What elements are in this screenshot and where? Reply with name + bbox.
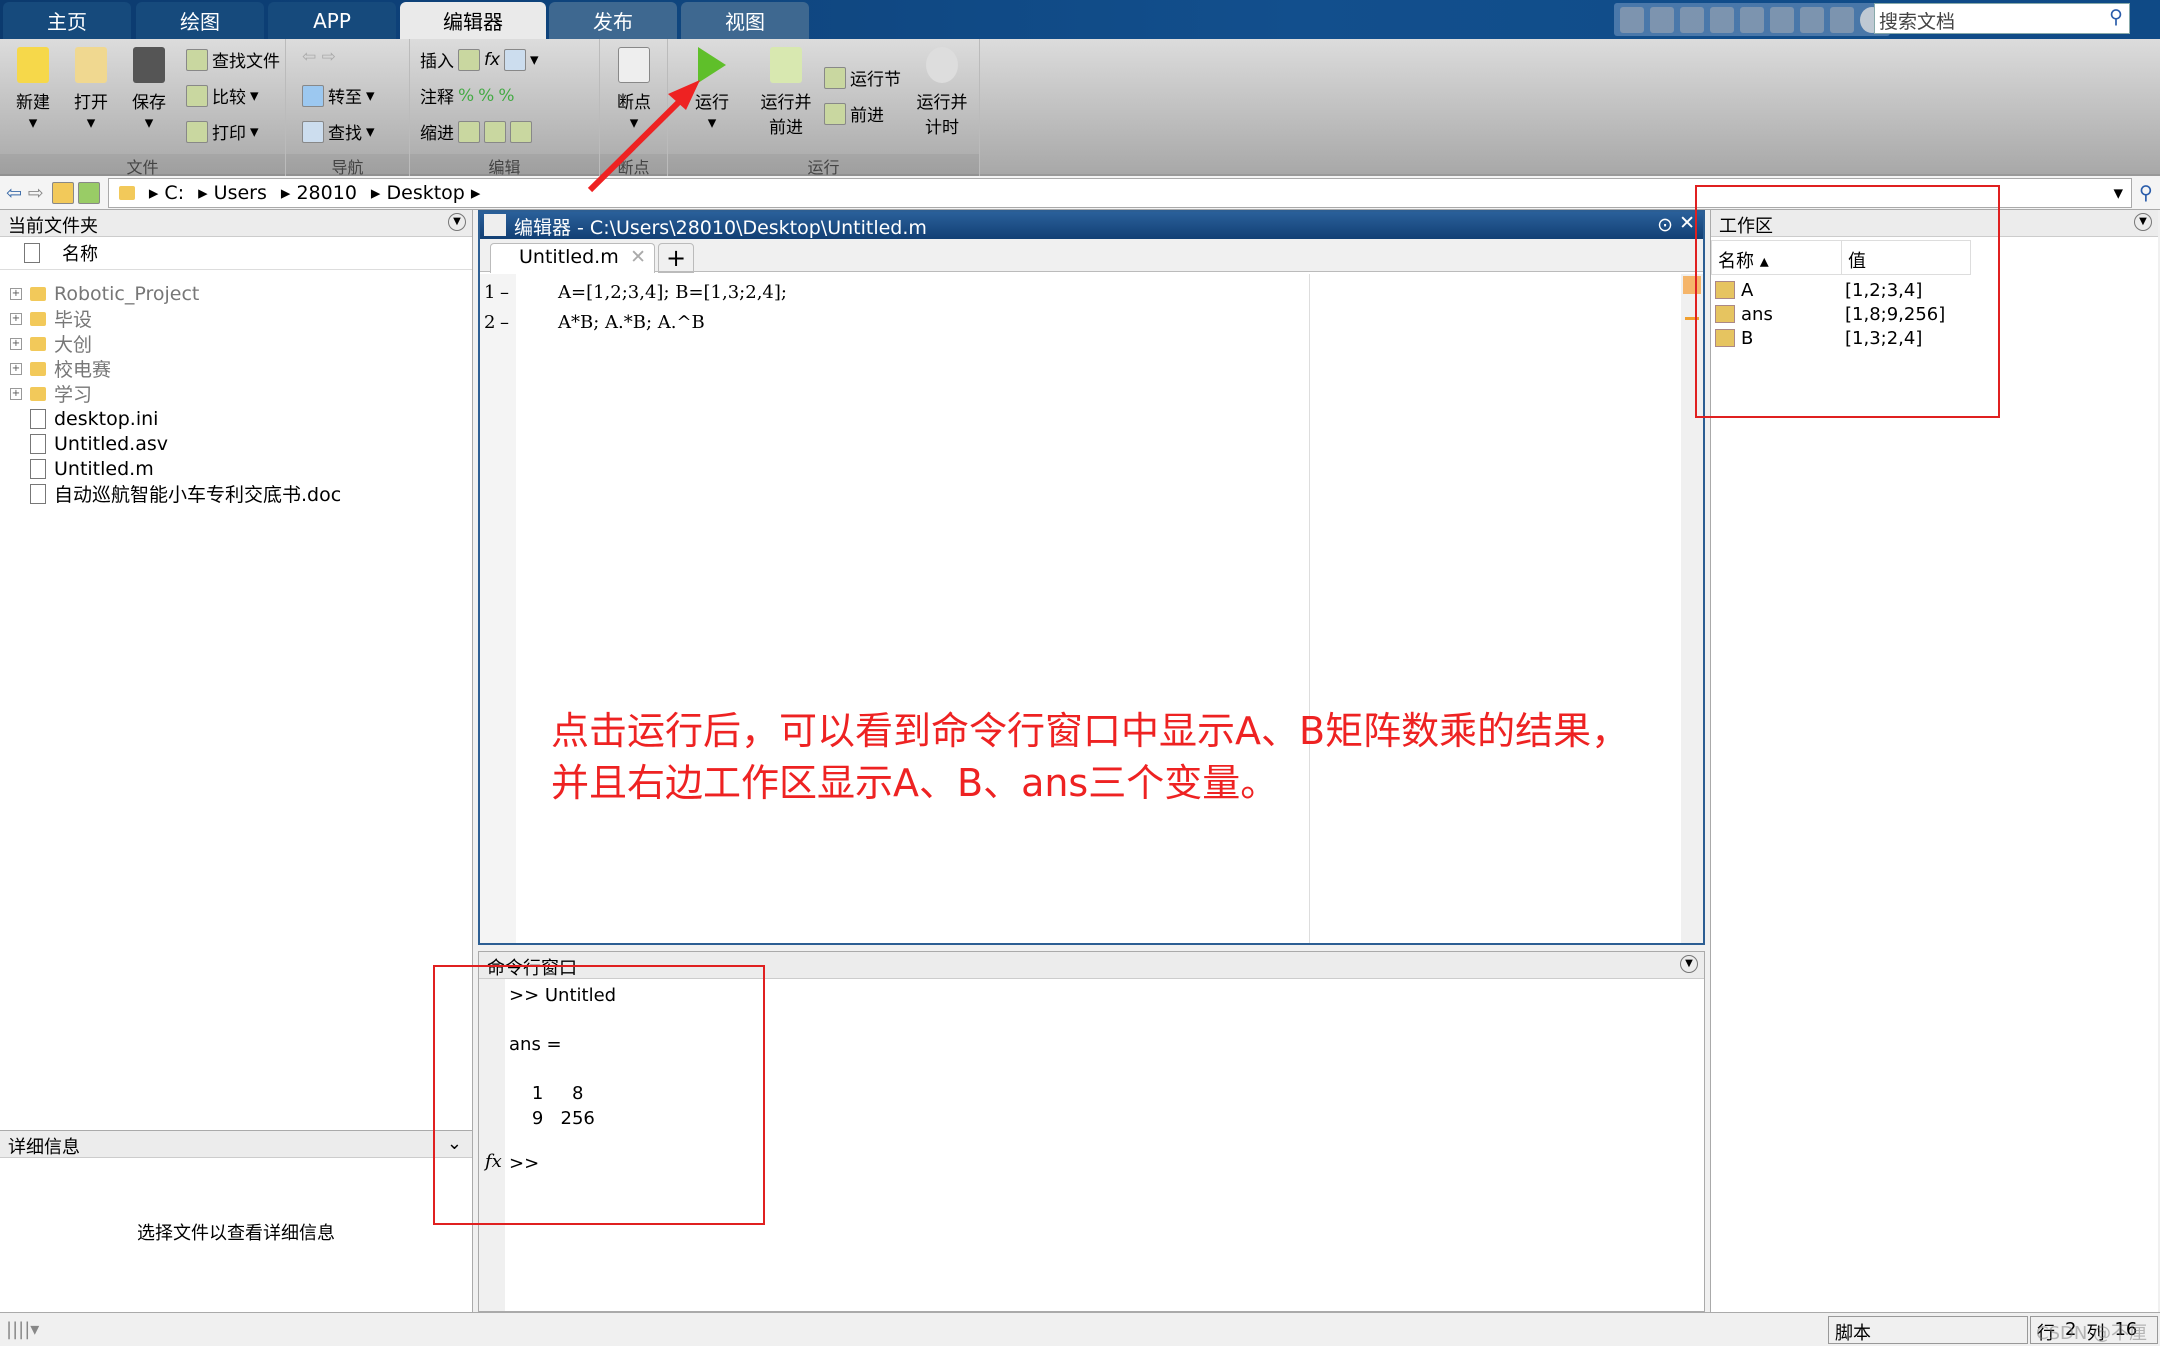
- details-header: 详细信息 ⌄: [0, 1131, 472, 1158]
- file-list-item[interactable]: Untitled.asv: [10, 431, 168, 456]
- details-hint: 选择文件以查看详细信息: [137, 1223, 335, 1244]
- file-list-item[interactable]: 自动巡航智能小车专利交底书.doc: [10, 481, 341, 506]
- file-icon: [30, 408, 46, 429]
- status-bar: ||||▾ 脚本 行 2 列 16 CSDN @不厘: [0, 1312, 2160, 1346]
- details-panel: 详细信息 ⌄ 选择文件以查看详细信息: [0, 1130, 473, 1312]
- file-icon: [30, 458, 46, 479]
- file-icon: [30, 483, 46, 504]
- panel-menu-icon[interactable]: ▼: [1680, 955, 1698, 973]
- command-highlight-box: [433, 965, 765, 1225]
- file-name: 自动巡航智能小车专利交底书.doc: [54, 484, 342, 506]
- file-name: Untitled.m: [54, 457, 154, 480]
- resize-grip-icon: ||||▾: [6, 1319, 40, 1340]
- watermark: CSDN @不厘: [2036, 1323, 2148, 1344]
- file-type-status: 脚本: [1828, 1316, 2028, 1344]
- file-name: desktop.ini: [54, 407, 159, 430]
- file-list-item[interactable]: Untitled.m: [10, 456, 154, 481]
- file-name: Untitled.asv: [54, 432, 168, 455]
- annotation-text: 点击运行后，可以看到命令行窗口中显示A、B矩阵数乘的结果，: [551, 709, 1630, 753]
- file-list-item[interactable]: desktop.ini: [10, 406, 158, 431]
- annotation-text: 并且右边工作区显示A、B、ans三个变量。: [551, 761, 1279, 805]
- file-icon: [30, 433, 46, 454]
- annotation-arrow: [587, 80, 700, 193]
- details-title: 详细信息: [8, 1137, 80, 1158]
